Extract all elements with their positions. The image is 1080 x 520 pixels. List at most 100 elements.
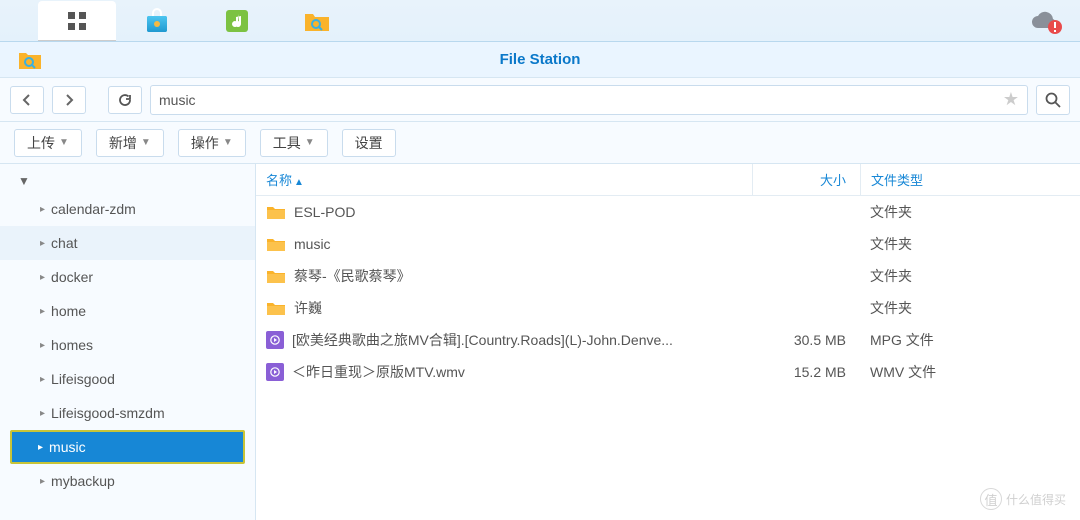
sidebar-item-homes[interactable]: ▸homes	[0, 328, 255, 362]
sidebar-item-mybackup[interactable]: ▸ mybackup	[0, 464, 255, 498]
sidebar-item-label: homes	[51, 337, 93, 353]
expand-icon: ▸	[38, 442, 43, 453]
file-size	[752, 196, 860, 228]
file-name: ＜昨日重现＞原版MTV.wmv	[292, 362, 465, 382]
file-name: [欧美经典歌曲之旅MV合辑].[Country.Roads](L)-John.D…	[292, 330, 673, 350]
sidebar-item-docker[interactable]: ▸docker	[0, 260, 255, 294]
file-size	[752, 292, 860, 324]
sidebar-item-chat[interactable]: ▸chat	[0, 226, 255, 260]
file-type: 文件夹	[860, 292, 1080, 324]
watermark-text: 什么值得买	[1006, 491, 1066, 508]
column-header-row: 名称▲ 大小 文件类型	[256, 164, 1080, 196]
search-button[interactable]	[1036, 85, 1070, 115]
sidebar-item-label: Lifeisgood-smzdm	[51, 405, 165, 421]
chevron-down-icon: ▼	[305, 137, 315, 148]
chevron-down-icon: ▼	[59, 137, 69, 148]
column-type[interactable]: 文件类型	[860, 164, 1080, 195]
main-area: ▼ ▸calendar-zdm▸chat▸docker▸home▸homes▸L…	[0, 164, 1080, 520]
sidebar-item-label: Lifeisgood	[51, 371, 115, 387]
file-row[interactable]: [欧美经典歌曲之旅MV合辑].[Country.Roads](L)-John.D…	[256, 324, 1080, 356]
expand-icon: ▸	[40, 476, 45, 487]
btn-label: 设置	[355, 133, 383, 153]
system-taskbar	[0, 0, 1080, 42]
path-input[interactable]	[159, 92, 1003, 108]
sidebar-item-label: calendar-zdm	[51, 201, 136, 217]
file-type: 文件夹	[860, 196, 1080, 228]
grid-icon	[66, 10, 88, 32]
file-name: ESL-POD	[294, 204, 355, 220]
sidebar-item-Lifeisgood[interactable]: ▸ Lifeisgood	[0, 362, 255, 396]
file-name: 许巍	[294, 298, 322, 318]
chevron-down-icon: ▼	[223, 137, 233, 148]
settings-button[interactable]: 设置	[342, 129, 396, 157]
btn-label: 新增	[109, 133, 137, 153]
tools-button[interactable]: 工具 ▼	[260, 129, 328, 157]
sidebar: ▼ ▸calendar-zdm▸chat▸docker▸home▸homes▸L…	[0, 164, 256, 520]
file-row[interactable]: ＜昨日重现＞原版MTV.wmv 15.2 MBWMV 文件	[256, 356, 1080, 388]
file-row[interactable]: 蔡琴-《民歌蔡琴》 文件夹	[256, 260, 1080, 292]
expand-icon: ▸	[40, 408, 45, 419]
create-button[interactable]: 新增 ▼	[96, 129, 164, 157]
taskbar-music-app[interactable]	[198, 1, 276, 41]
chevron-left-icon	[22, 94, 32, 106]
cloud-status-icon[interactable]	[1028, 10, 1062, 34]
nav-forward-button[interactable]	[52, 86, 86, 114]
file-type: 文件夹	[860, 260, 1080, 292]
sidebar-item-music[interactable]: ▸ music	[10, 430, 245, 464]
sidebar-item-Lifeisgood-smzdm[interactable]: ▸ Lifeisgood-smzdm	[0, 396, 255, 430]
file-row[interactable]: 许巍 文件夹	[256, 292, 1080, 324]
sidebar-item-label: home	[51, 303, 86, 319]
folder-icon	[266, 204, 286, 220]
sort-asc-icon: ▲	[294, 177, 304, 188]
folder-icon	[266, 236, 286, 252]
sidebar-item-home[interactable]: ▸home	[0, 294, 255, 328]
expand-icon: ▸	[40, 374, 45, 385]
tree-collapse-icon[interactable]: ▼	[14, 170, 34, 192]
file-type: WMV 文件	[860, 356, 1080, 388]
taskbar-apps[interactable]	[38, 1, 116, 41]
file-row[interactable]: ESL-POD 文件夹	[256, 196, 1080, 228]
file-type: MPG 文件	[860, 324, 1080, 356]
file-row[interactable]: music文件夹	[256, 228, 1080, 260]
toolbar: 上传 ▼ 新增 ▼ 操作 ▼ 工具 ▼ 设置	[0, 122, 1080, 164]
action-button[interactable]: 操作 ▼	[178, 129, 246, 157]
folder-icon	[266, 268, 286, 284]
sidebar-item-label: music	[49, 439, 86, 455]
column-size[interactable]: 大小	[752, 164, 860, 195]
search-icon	[1045, 92, 1061, 108]
chevron-down-icon: ▼	[141, 137, 151, 148]
file-name: 蔡琴-《民歌蔡琴》	[294, 266, 411, 286]
file-size	[752, 260, 860, 292]
file-name: music	[294, 236, 331, 252]
folder-icon	[266, 300, 286, 316]
path-input-wrap: ★	[150, 85, 1028, 115]
favorite-star-icon[interactable]: ★	[1003, 89, 1019, 110]
expand-icon: ▸	[40, 272, 45, 283]
watermark: 值 什么值得买	[980, 488, 1066, 510]
sidebar-item-label: mybackup	[51, 473, 115, 489]
btn-label: 工具	[273, 133, 301, 153]
path-row: ★	[0, 78, 1080, 122]
expand-icon: ▸	[40, 204, 45, 215]
file-size: 15.2 MB	[752, 356, 860, 388]
video-icon	[266, 363, 284, 381]
btn-label: 操作	[191, 133, 219, 153]
column-name[interactable]: 名称▲	[256, 170, 752, 189]
nav-back-button[interactable]	[10, 86, 44, 114]
window-header: File Station	[0, 42, 1080, 78]
refresh-button[interactable]	[108, 86, 142, 114]
sidebar-item-calendar-zdm[interactable]: ▸ calendar-zdm	[0, 192, 255, 226]
file-size: 30.5 MB	[752, 324, 860, 356]
btn-label: 上传	[27, 133, 55, 153]
upload-button[interactable]: 上传 ▼	[14, 129, 82, 157]
window-title: File Station	[500, 51, 581, 68]
refresh-icon	[118, 93, 132, 107]
video-icon	[266, 331, 284, 349]
taskbar-file-station[interactable]	[278, 1, 356, 41]
taskbar-package-center[interactable]	[118, 1, 196, 41]
file-size	[752, 228, 860, 260]
file-list: 名称▲ 大小 文件类型 ESL-POD文件夹music文件夹蔡琴-《民歌蔡琴》文…	[256, 164, 1080, 520]
folder-search-icon	[303, 9, 331, 33]
sidebar-item-label: chat	[51, 235, 77, 251]
chevron-right-icon	[64, 94, 74, 106]
